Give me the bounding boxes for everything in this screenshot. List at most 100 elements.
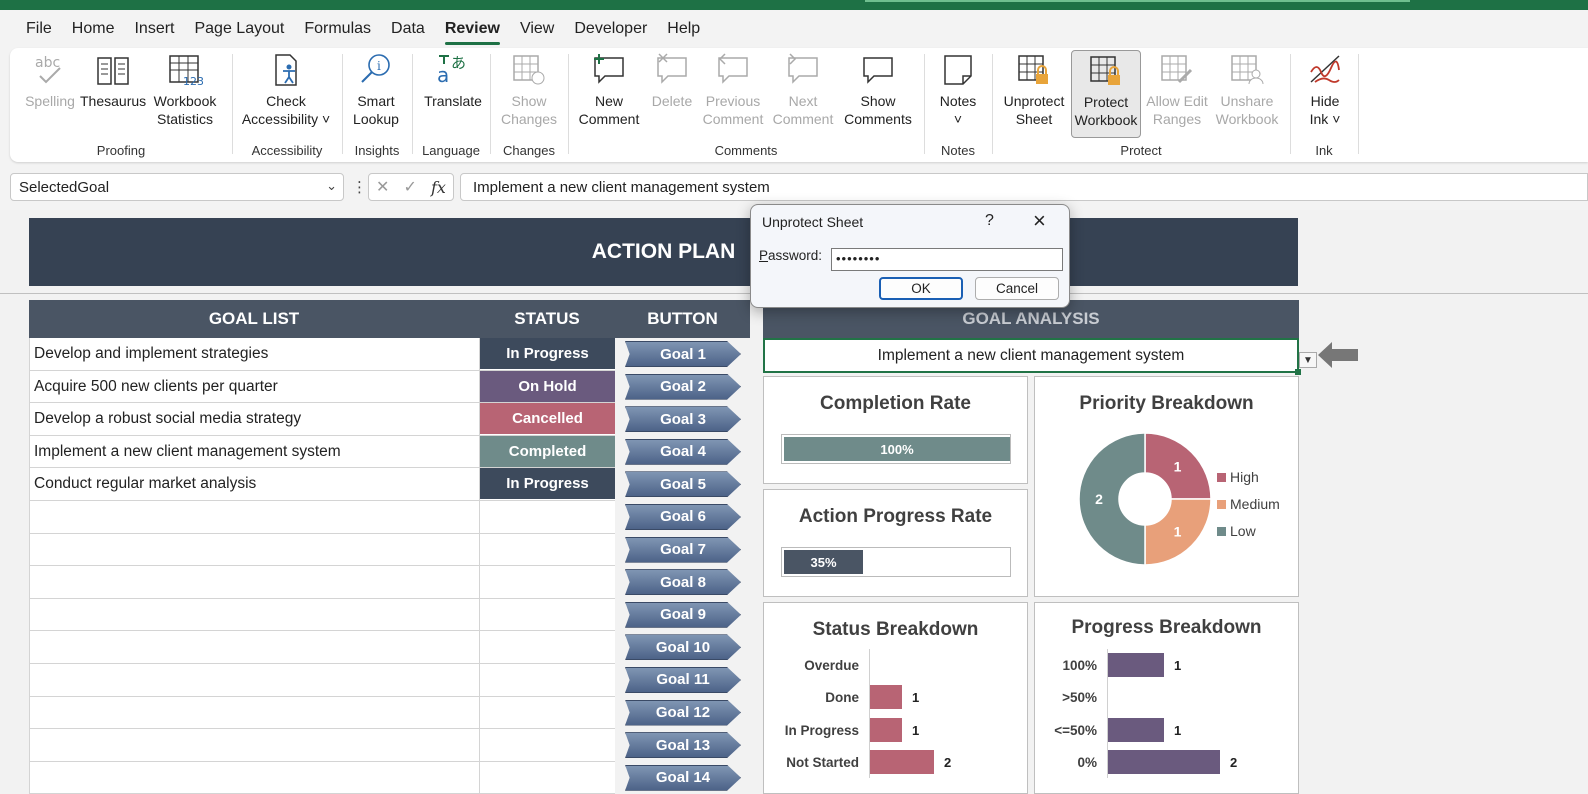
cancel-button[interactable]: Cancel: [975, 277, 1059, 300]
goal-button[interactable]: Goal 3: [625, 406, 741, 433]
help-icon[interactable]: ?: [985, 212, 994, 230]
bar-data-label: 2: [944, 754, 952, 770]
more-options-icon[interactable]: ⋮: [352, 178, 367, 196]
completion-rate-fill: 100%: [784, 437, 1010, 461]
status-breakdown-panel: Status Breakdown Overdue Done 1 In Progress…: [763, 602, 1028, 794]
goal-button[interactable]: Goal 14: [625, 764, 741, 791]
goal-button[interactable]: Goal 4: [625, 438, 741, 465]
formula-input[interactable]: Implement a new client management system: [460, 173, 1588, 201]
group-ink: Ink: [1315, 143, 1333, 158]
status-badge[interactable]: Completed: [480, 435, 615, 467]
goal-button[interactable]: Goal 12: [625, 699, 741, 726]
action-progress-bar: 35%: [781, 547, 1011, 577]
group-proofing: Proofing: [96, 143, 146, 158]
goal-button[interactable]: Goal 6: [625, 503, 741, 530]
goal-cell[interactable]: [29, 500, 479, 534]
goal-button[interactable]: Goal 13: [625, 732, 741, 759]
priority-donut-chart: 1 1 2: [1078, 432, 1212, 566]
tab-file[interactable]: File: [26, 16, 52, 42]
formula-buttons: ✕ ✓ fx: [368, 173, 454, 201]
completion-rate-bar: 100%: [781, 434, 1011, 464]
tab-help[interactable]: Help: [667, 16, 700, 42]
menu-bar: File Home Insert Page Layout Formulas Da…: [0, 12, 1588, 46]
bar-category-label: >50%: [1062, 690, 1097, 706]
goal-cell[interactable]: Acquire 500 new clients per quarter: [29, 370, 479, 404]
goal-cell[interactable]: [29, 598, 479, 632]
password-field[interactable]: ••••••••: [831, 248, 1063, 271]
ok-button[interactable]: OK: [879, 277, 963, 300]
selected-goal-text: Implement a new client management system: [877, 346, 1185, 364]
formula-bar: SelectedGoal ⌄ ⋮ ✕ ✓ fx Implement a new …: [0, 168, 1588, 206]
goal-button[interactable]: Goal 8: [625, 569, 741, 596]
tab-view[interactable]: View: [520, 16, 554, 42]
goal-cell[interactable]: [29, 566, 479, 599]
goal-button-wrap: Goal 3: [615, 403, 750, 436]
status-breakdown-title: Status Breakdown: [812, 619, 979, 640]
dropdown-arrow-icon[interactable]: ▼: [1299, 352, 1317, 368]
goal-button-wrap: Goal 7: [615, 534, 750, 567]
sheet-title: ACTION PLAN: [29, 218, 1298, 286]
goal-cell[interactable]: [29, 696, 479, 730]
group-protect: Protect: [1120, 143, 1162, 158]
completion-rate-panel: Completion Rate 100%: [763, 376, 1028, 484]
name-box[interactable]: SelectedGoal ⌄: [10, 173, 344, 201]
tab-data[interactable]: Data: [391, 16, 425, 42]
goal-cell[interactable]: Implement a new client management system: [29, 435, 479, 469]
status-badge[interactable]: In Progress: [480, 468, 615, 500]
goal-button-wrap: Goal 1: [615, 338, 750, 371]
goal-button[interactable]: Goal 11: [625, 666, 741, 693]
goal-cell[interactable]: [29, 533, 479, 567]
enter-icon[interactable]: ✓: [404, 177, 417, 197]
goal-cell[interactable]: Develop a robust social media strategy: [29, 403, 479, 436]
chevron-down-icon[interactable]: ⌄: [326, 178, 337, 194]
goal-cell[interactable]: Develop and implement strategies: [29, 338, 479, 371]
priority-breakdown-panel: Priority Breakdown 1 1 2 High Medium Low: [1034, 376, 1299, 597]
goal-cell[interactable]: Conduct regular market analysis: [29, 468, 479, 501]
close-icon[interactable]: ×: [1033, 208, 1046, 234]
bar-category-label: 0%: [1077, 754, 1097, 770]
goal-button-wrap: Goal 14: [615, 762, 750, 794]
group-comments: Comments: [714, 143, 778, 158]
dialog-title: Unprotect Sheet: [762, 214, 864, 230]
goal-button[interactable]: Goal 9: [625, 601, 741, 628]
goal-button-wrap: Goal 12: [615, 697, 750, 730]
bar-data-label: 1: [912, 690, 920, 706]
goal-button[interactable]: Goal 5: [625, 471, 741, 498]
tab-page-layout[interactable]: Page Layout: [194, 16, 284, 42]
goal-button[interactable]: Goal 2: [625, 373, 741, 400]
goal-button[interactable]: Goal 1: [625, 341, 741, 367]
goal-button-wrap: Goal 13: [615, 729, 750, 762]
tab-review[interactable]: Review: [444, 16, 501, 45]
bar-data-label: 1: [912, 722, 920, 738]
group-language: Language: [422, 143, 480, 158]
goal-cell[interactable]: [29, 729, 479, 762]
title-bar-strip: [0, 0, 1588, 10]
goal-button[interactable]: Goal 10: [625, 634, 741, 661]
bar: [870, 685, 902, 710]
goal-cell[interactable]: [29, 761, 479, 794]
goal-cell[interactable]: [29, 663, 479, 697]
cancel-icon[interactable]: ✕: [376, 177, 389, 197]
legend-swatch: [1217, 527, 1226, 536]
selected-goal-cell[interactable]: Implement a new client management system: [763, 338, 1301, 375]
status-badge[interactable]: On Hold: [480, 370, 615, 402]
tab-developer[interactable]: Developer: [574, 16, 647, 42]
bar: [870, 749, 934, 774]
action-progress-fill: 35%: [784, 550, 863, 574]
completion-rate-title: Completion Rate: [820, 393, 971, 414]
goal-button-wrap: Goal 4: [615, 436, 750, 469]
legend-item: Medium: [1217, 496, 1280, 512]
tab-formulas[interactable]: Formulas: [304, 16, 371, 42]
tab-home[interactable]: Home: [72, 16, 115, 42]
legend-label: Low: [1230, 523, 1256, 539]
password-label: Password:: [759, 248, 823, 263]
progress-breakdown-title: Progress Breakdown: [1071, 617, 1262, 638]
goal-button-wrap: Goal 6: [615, 501, 750, 534]
status-badge[interactable]: In Progress: [480, 338, 615, 369]
insert-function-icon[interactable]: fx: [431, 178, 446, 197]
status-badge[interactable]: Cancelled: [480, 403, 615, 435]
goal-button-wrap: Goal 9: [615, 599, 750, 632]
tab-insert[interactable]: Insert: [134, 16, 174, 42]
goal-button[interactable]: Goal 7: [625, 536, 741, 563]
goal-cell[interactable]: [29, 631, 479, 664]
